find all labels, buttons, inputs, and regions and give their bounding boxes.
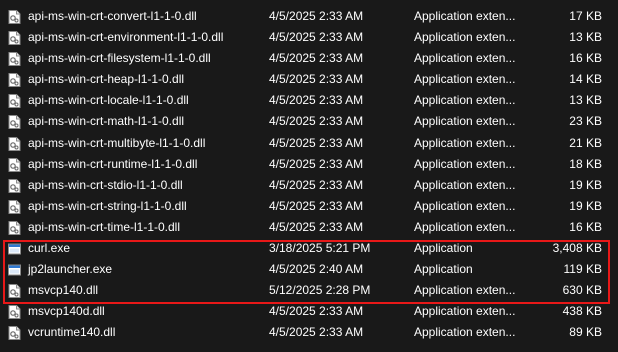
file-type: Application [414,241,473,256]
file-type: Application exten... [414,72,516,87]
file-row[interactable]: api-ms-win-crt-environment-l1-1-0.dll 4/5… [0,27,618,48]
dll-file-icon [8,10,21,24]
dll-file-icon [8,326,21,341]
file-name: api-ms-win-crt-string-l1-1-0.dll [28,198,187,213]
file-row[interactable]: api-ms-win-crt-multibyte-l1-1-0.dll 4/5/2… [0,133,618,154]
file-size: 438 KB [562,304,602,319]
file-date-modified: 4/5/2025 2:33 AM [269,72,364,87]
file-row[interactable]: api-ms-win-crt-filesystem-l1-1-0.dll 4/5/… [0,48,618,69]
file-size: 16 KB [569,219,602,234]
file-size: 89 KB [569,325,602,340]
file-type: Application exten... [414,93,516,108]
file-name: api-ms-win-crt-math-l1-1-0.dll [28,114,185,129]
file-name: api-ms-win-crt-runtime-l1-1-0.dll [28,156,198,171]
file-type: Application exten... [414,51,516,66]
file-row[interactable]: api-ms-win-crt-string-l1-1-0.dll 4/5/2025… [0,196,618,217]
file-row[interactable]: curl.exe 3/18/2025 5:21 PM Application 3,40… [0,238,618,259]
file-date-modified: 4/5/2025 2:33 AM [269,51,364,66]
dll-file-icon [8,115,21,130]
file-type: Application exten... [414,30,516,45]
file-type: Application exten... [414,283,516,298]
dll-file-icon [8,305,21,320]
file-type: Application exten... [414,114,516,129]
exe-file-icon [8,242,21,256]
file-row[interactable]: msvcp140.dll 5/12/2025 2:28 PM Application… [0,280,618,301]
file-name: api-ms-win-crt-environment-l1-1-0.dll [28,30,224,45]
file-row[interactable]: api-ms-win-crt-math-l1-1-0.dll 4/5/2025 2… [0,111,618,132]
dll-file-icon [8,220,21,235]
file-name: api-ms-win-crt-multibyte-l1-1-0.dll [28,135,206,150]
file-name: api-ms-win-crt-stdio-l1-1-0.dll [28,177,183,192]
file-date-modified: 4/5/2025 2:33 AM [269,219,364,234]
file-date-modified: 4/5/2025 2:33 AM [269,198,364,213]
file-type: Application exten... [414,135,516,150]
file-name: msvcp140d.dll [28,304,105,319]
file-date-modified: 3/18/2025 5:21 PM [269,241,371,256]
dll-file-icon [8,73,21,88]
file-name: msvcp140.dll [28,283,99,298]
dll-file-icon [8,136,21,151]
dll-file-icon [8,94,21,109]
file-size: 21 KB [569,135,602,150]
file-size: 18 KB [569,156,602,171]
file-row[interactable]: jp2launcher.exe 4/5/2025 2:40 AM Applicati… [0,259,618,280]
file-row[interactable]: api-ms-win-crt-runtime-l1-1-0.dll 4/5/202… [0,154,618,175]
file-size: 13 KB [569,93,602,108]
file-size: 119 KB [563,262,602,277]
file-row[interactable]: vcruntime140.dll 4/5/2025 2:33 AM Applicat… [0,322,618,343]
file-type: Application exten... [414,219,516,234]
file-name: jp2launcher.exe [28,262,113,277]
file-date-modified: 4/5/2025 2:33 AM [269,9,364,23]
file-type: Application [414,262,473,277]
file-size: 17 KB [569,9,602,23]
file-row[interactable]: api-ms-win-crt-convert-l1-1-0.dll 4/5/202… [0,6,618,27]
file-row[interactable]: api-ms-win-crt-locale-l1-1-0.dll 4/5/2025… [0,90,618,111]
file-name: vcruntime140.dll [28,325,116,340]
file-date-modified: 4/5/2025 2:33 AM [269,114,364,129]
file-type: Application exten... [414,177,516,192]
dll-file-icon [8,52,21,67]
file-type: Application exten... [414,325,516,340]
file-size: 630 KB [562,283,602,298]
file-name: api-ms-win-crt-locale-l1-1-0.dll [28,93,189,108]
file-name: api-ms-win-crt-filesystem-l1-1-0.dll [28,51,211,66]
dll-file-icon [8,31,21,46]
file-size: 13 KB [569,30,602,45]
file-type: Application exten... [414,156,516,171]
file-size: 16 KB [569,51,602,66]
file-type: Application exten... [414,9,516,23]
file-date-modified: 4/5/2025 2:33 AM [269,93,364,108]
file-size: 14 KB [569,72,602,87]
exe-file-icon [8,263,21,277]
file-date-modified: 4/5/2025 2:33 AM [269,156,364,171]
file-type: Application exten... [414,198,516,213]
file-name: api-ms-win-crt-convert-l1-1-0.dll [28,9,197,23]
dll-file-icon [8,199,21,214]
file-size: 3,408 KB [552,241,602,256]
file-date-modified: 4/5/2025 2:33 AM [269,30,364,45]
file-row[interactable]: api-ms-win-crt-time-l1-1-0.dll 4/5/2025 2… [0,217,618,238]
dll-file-icon [8,178,21,193]
file-date-modified: 4/5/2025 2:33 AM [269,304,364,319]
dll-file-icon [8,157,21,172]
file-size: 23 KB [569,114,602,129]
dll-file-icon [8,284,21,299]
file-date-modified: 5/12/2025 2:28 PM [269,283,371,298]
file-row[interactable]: api-ms-win-crt-stdio-l1-1-0.dll 4/5/2025 … [0,175,618,196]
file-date-modified: 4/5/2025 2:33 AM [269,177,364,192]
file-row[interactable]: api-ms-win-crt-heap-l1-1-0.dll 4/5/2025 2… [0,69,618,90]
file-name: curl.exe [28,241,71,256]
file-date-modified: 4/5/2025 2:33 AM [269,325,364,340]
file-date-modified: 4/5/2025 2:33 AM [269,135,364,150]
file-size: 19 KB [569,177,602,192]
file-size: 19 KB [569,198,602,213]
file-name: api-ms-win-crt-heap-l1-1-0.dll [28,72,185,87]
file-name: api-ms-win-crt-time-l1-1-0.dll [28,219,181,234]
file-date-modified: 4/5/2025 2:40 AM [269,262,364,277]
file-type: Application exten... [414,304,516,319]
file-list: api-ms-win-crt-convert-l1-1-0.dll 4/5/202… [0,6,618,344]
file-row[interactable]: msvcp140d.dll 4/5/2025 2:33 AM Application… [0,301,618,322]
